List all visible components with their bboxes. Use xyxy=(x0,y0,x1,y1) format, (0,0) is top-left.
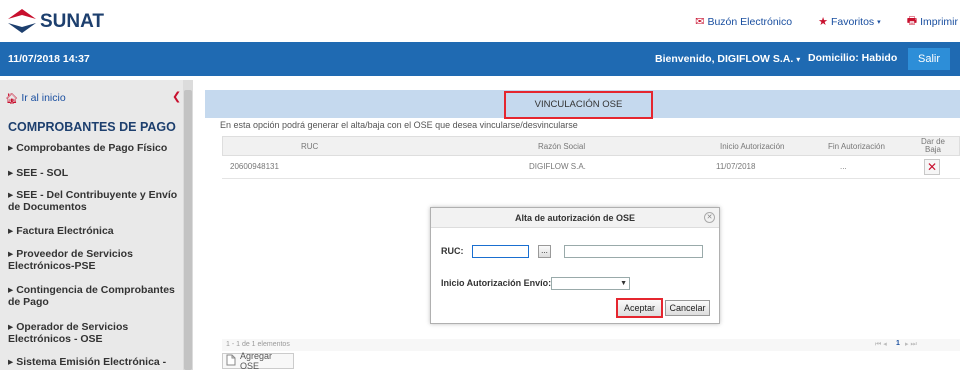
user-bar: 11/07/2018 14:37 Bienvenido, DIGIFLOW S.… xyxy=(0,42,960,76)
cell-ruc: 20600948131 xyxy=(230,162,279,171)
sidebar-item-comprobantes-fisico[interactable]: ▸ Comprobantes de Pago Físico xyxy=(8,142,180,154)
col-inicio: Inicio Autorización xyxy=(720,142,785,151)
pagination-next-last[interactable]: ▸ ⏭ xyxy=(905,340,917,349)
alta-ose-dialog: Alta de autorización de OSE ✕ RUC: ... I… xyxy=(430,207,720,324)
home-link[interactable]: 🏠︎ Ir al inicio xyxy=(5,92,66,105)
pagination-first-prev[interactable]: ⏮ ◂ xyxy=(875,340,887,349)
caret-down-icon: ▾ xyxy=(796,55,801,64)
table-row: 20600948131 DIGIFLOW S.A. 11/07/2018 ...… xyxy=(222,157,960,179)
panel-title: VINCULACIÓN OSE xyxy=(504,91,653,119)
home-icon: 🏠︎ xyxy=(5,93,19,105)
panel-description: En esta opción podrá generar el alta/baj… xyxy=(220,120,578,130)
favoritos-label: Favoritos xyxy=(830,15,875,28)
sunat-logo[interactable]: SUNAT xyxy=(6,5,126,37)
svg-text:SUNAT: SUNAT xyxy=(40,11,104,32)
sidebar-item-ose[interactable]: ▸ Operador de Servicios Electrónicos - O… xyxy=(8,321,180,345)
dialog-title: Alta de autorización de OSE xyxy=(431,208,719,228)
cancel-button[interactable]: Cancelar xyxy=(665,300,710,316)
buzon-label: Buzón Electrónico xyxy=(707,15,793,28)
delete-row-button[interactable]: ✕ xyxy=(924,159,940,175)
add-ose-button[interactable]: Agregar OSE xyxy=(222,351,294,371)
sidebar-item-contingencia[interactable]: ▸ Contingencia de Comprobantes de Pago xyxy=(8,284,180,308)
accept-button[interactable]: Aceptar xyxy=(616,298,663,318)
home-label: Ir al inicio xyxy=(21,92,66,104)
caret-down-icon: ▼ xyxy=(620,280,627,287)
pagination-current-page[interactable]: 1 xyxy=(896,340,900,347)
sidebar-item-see-sol[interactable]: ▸ SEE - SOL xyxy=(8,167,180,179)
table-footer: 1 - 1 de 1 elementos ⏮ ◂ 1 ▸ ⏭ xyxy=(222,339,960,351)
sidebar-item-sistema-emision[interactable]: ▸ Sistema Emisión Electrónica - xyxy=(8,356,180,368)
sidebar-scrollbar[interactable] xyxy=(183,80,193,370)
cell-inicio: 11/07/2018 xyxy=(716,162,756,171)
printer-icon: 🖶 xyxy=(906,15,918,27)
ruc-input[interactable] xyxy=(472,245,529,258)
cell-fin: ... xyxy=(840,162,847,171)
favoritos-dropdown[interactable]: ★ Favoritos ▾ xyxy=(818,12,881,31)
star-icon: ★ xyxy=(818,16,828,28)
inicio-autorizacion-select[interactable]: ▼ xyxy=(551,277,630,290)
sidebar-title: COMPROBANTES DE PAGO xyxy=(8,120,176,134)
ruc-label: RUC: xyxy=(441,246,464,256)
sidebar: 🏠︎ Ir al inicio ❮ COMPROBANTES DE PAGO ▸… xyxy=(0,80,193,370)
session-datetime: 11/07/2018 14:37 xyxy=(8,53,90,65)
logout-button[interactable]: Salir xyxy=(908,48,950,70)
top-header: SUNAT ✉ Buzón Electrónico ★ Favoritos ▾ … xyxy=(0,0,960,42)
sidebar-item-factura-electronica[interactable]: ▸ Factura Electrónica xyxy=(8,225,180,237)
domicilio-status: Domicilio: Habido xyxy=(808,52,898,64)
collapse-sidebar-icon[interactable]: ❮ xyxy=(172,90,181,103)
inicio-autorizacion-label: Inicio Autorización Envío: xyxy=(441,278,552,288)
table-header: RUC Razón Social Inicio Autorización Fin… xyxy=(222,136,960,156)
col-razon-social: Razón Social xyxy=(538,142,586,151)
imprimir-label: Imprimir xyxy=(920,15,958,28)
add-ose-label: Agregar OSE xyxy=(240,351,273,371)
col-ruc: RUC xyxy=(301,142,319,151)
sidebar-item-pse[interactable]: ▸ Proveedor de Servicios Electrónicos-PS… xyxy=(8,248,180,272)
document-icon xyxy=(226,354,236,368)
close-icon[interactable]: ✕ xyxy=(704,212,715,223)
col-dar-baja: Dar de Baja xyxy=(920,137,945,154)
sidebar-scroll-thumb[interactable] xyxy=(184,90,192,370)
pagination-count: 1 - 1 de 1 elementos xyxy=(226,341,290,348)
imprimir-link[interactable]: 🖶 Imprimir xyxy=(907,12,958,31)
razon-social-field xyxy=(564,245,703,258)
ruc-lookup-button[interactable]: ... xyxy=(538,245,551,258)
col-fin: Fin Autorización xyxy=(828,142,885,151)
buzon-link[interactable]: ✉ Buzón Electrónico xyxy=(695,12,792,31)
cell-razon-social: DIGIFLOW S.A. xyxy=(529,162,586,171)
user-menu[interactable]: Bienvenido, DIGIFLOW S.A. ▾ xyxy=(655,53,800,65)
caret-down-icon: ▾ xyxy=(877,18,881,26)
sidebar-item-see-contribuyente[interactable]: ▸ SEE - Del Contribuyente y Envío de Doc… xyxy=(8,189,180,213)
envelope-icon: ✉ xyxy=(695,16,705,28)
